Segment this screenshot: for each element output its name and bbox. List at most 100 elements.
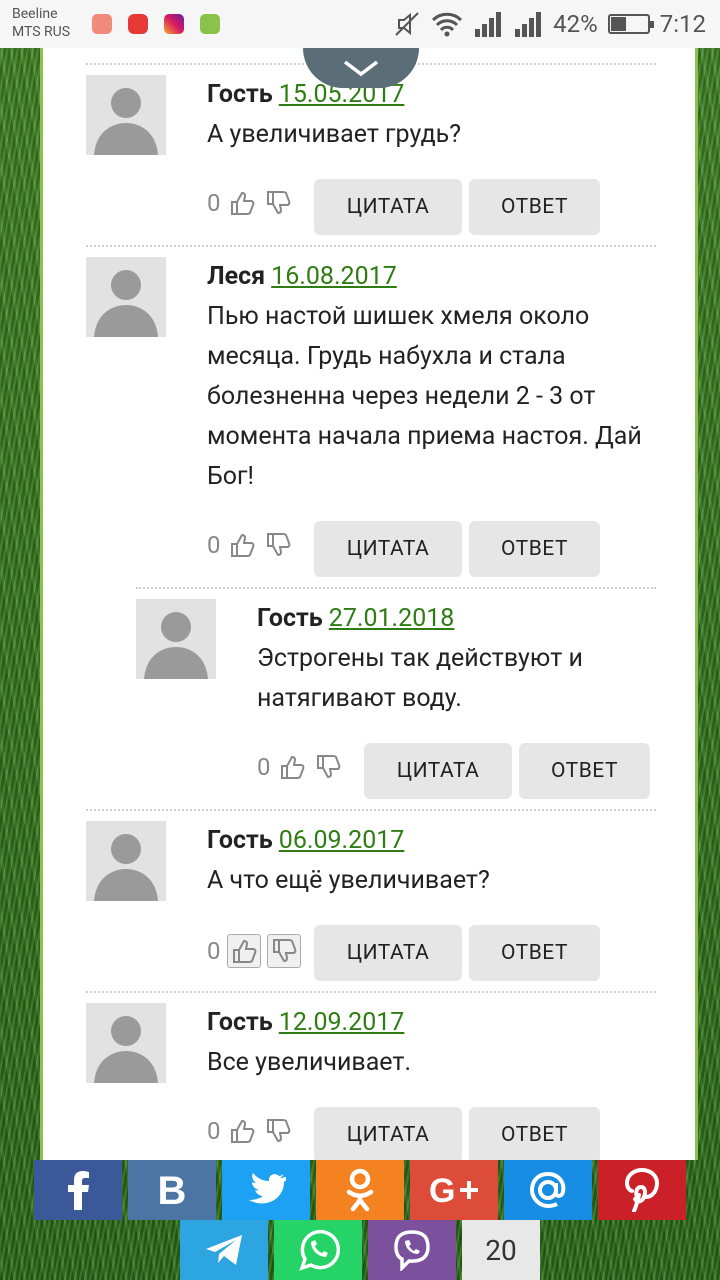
twitter-icon <box>249 1173 286 1204</box>
thumbs-down-icon[interactable] <box>313 752 343 782</box>
quote-button[interactable]: ЦИТАТА <box>314 925 462 981</box>
avatar <box>86 1003 166 1083</box>
thumbs-up-icon[interactable] <box>227 530 257 560</box>
avatar <box>86 75 166 155</box>
facebook-share-button[interactable] <box>34 1160 122 1220</box>
thumbs-down-icon[interactable] <box>266 934 301 968</box>
signal-1-icon <box>475 12 502 37</box>
pinterest-share-button[interactable] <box>598 1160 686 1220</box>
quote-button[interactable]: ЦИТАТА <box>314 521 462 577</box>
carrier-1: Beeline <box>12 6 58 22</box>
comment-author: Гость 27.01.2018 <box>257 604 454 633</box>
carrier-info: Beeline MTS RUS <box>12 5 70 41</box>
thumbs-up-icon[interactable] <box>227 188 257 218</box>
battery-icon <box>607 14 654 34</box>
vote-count: 0 <box>207 937 221 965</box>
vote-controls: 0 <box>207 934 301 968</box>
comment-divider <box>86 809 656 811</box>
user-silhouette-icon <box>94 1016 158 1083</box>
odnoklassniki-share-button[interactable] <box>316 1160 404 1220</box>
thumbs-down-icon[interactable] <box>263 188 293 218</box>
telegram-share-button[interactable] <box>180 1220 268 1280</box>
battery-level <box>610 17 626 31</box>
vk-icon: B <box>158 1170 187 1210</box>
vote-count: 0 <box>207 1117 221 1145</box>
comment-date-link[interactable]: 16.08.2017 <box>271 262 397 291</box>
mail-share-button[interactable] <box>504 1160 592 1220</box>
svg-text:B: B <box>158 1170 187 1210</box>
author-name: Гость <box>207 1008 273 1037</box>
thumbs-up-icon[interactable] <box>277 752 307 782</box>
quote-button[interactable]: ЦИТАТА <box>314 1107 462 1160</box>
reply-button[interactable]: ОТВЕТ <box>469 179 600 235</box>
user-silhouette-icon <box>94 88 158 155</box>
comment-divider <box>86 991 656 993</box>
reply-button[interactable]: ОТВЕТ <box>469 925 600 981</box>
google-plus-share-button[interactable]: G <box>410 1160 498 1220</box>
battery-percent: 42% <box>553 10 598 38</box>
reply-button[interactable]: ОТВЕТ <box>469 521 600 577</box>
user-silhouette-icon <box>94 270 158 337</box>
vk-share-button[interactable]: B <box>128 1160 216 1220</box>
avatar <box>86 821 166 901</box>
whatsapp-share-button[interactable] <box>274 1220 362 1280</box>
at-icon <box>529 1171 566 1209</box>
telegram-icon <box>206 1235 242 1265</box>
comment-author: Леся 16.08.2017 <box>207 262 397 291</box>
clock: 7:12 <box>659 10 706 38</box>
comment-date-link[interactable]: 12.09.2017 <box>279 1008 405 1037</box>
comment-author: Гость 06.09.2017 <box>207 826 404 855</box>
author-name: Леся <box>207 262 266 291</box>
odnoklassniki-icon <box>346 1168 374 1212</box>
author-name: Гость <box>207 80 273 109</box>
comment-text: Пью настой шишек хмеля около месяца. Гру… <box>207 302 642 491</box>
user-silhouette-icon <box>94 834 158 901</box>
quote-button[interactable]: ЦИТАТА <box>364 743 512 799</box>
pinterest-icon <box>624 1168 660 1212</box>
author-name: Гость <box>257 604 323 633</box>
comments-panel: Гость 15.05.2017 А увеличивает грудь? 0 Ц… <box>40 48 698 1160</box>
signal-2-icon <box>515 12 542 37</box>
comment-text: А увеличивает грудь? <box>207 120 462 149</box>
avatar <box>136 599 216 679</box>
thumbs-down-icon[interactable] <box>263 1116 293 1146</box>
comment-text: Все увеличивает. <box>207 1048 412 1077</box>
reply-button[interactable]: ОТВЕТ <box>519 743 650 799</box>
app-notification-icon <box>200 14 220 34</box>
quote-button[interactable]: ЦИТАТА <box>314 179 462 235</box>
comment-text: А что ещё увеличивает? <box>207 866 490 895</box>
vote-controls: 0 <box>257 752 343 782</box>
facebook-icon <box>68 1171 89 1210</box>
comment-date-link[interactable]: 27.01.2018 <box>329 604 455 633</box>
carrier-2: MTS RUS <box>12 24 71 40</box>
thumbs-up-icon[interactable] <box>227 1116 257 1146</box>
share-count: 20 <box>462 1220 540 1280</box>
comment-text: Эстрогены так действуют и натягивают вод… <box>257 644 583 713</box>
twitter-share-button[interactable] <box>222 1160 310 1220</box>
status-bar: Beeline MTS RUS 42% 7:12 <box>0 0 720 48</box>
youtube-notification-icon <box>128 14 148 34</box>
vote-controls: 0 <box>207 1116 293 1146</box>
email-notification-icon <box>92 14 112 34</box>
comment-date-link[interactable]: 06.09.2017 <box>279 826 405 855</box>
user-silhouette-icon <box>144 612 208 679</box>
share-bar-row-2: 20 <box>180 1220 540 1280</box>
vote-count: 0 <box>257 753 271 781</box>
comment-author: Гость 12.09.2017 <box>207 1008 404 1037</box>
avatar <box>86 257 166 337</box>
instagram-notification-icon <box>164 14 184 34</box>
share-bar: B G <box>34 1160 692 1220</box>
vote-count: 0 <box>207 531 221 559</box>
thumbs-down-icon[interactable] <box>263 530 293 560</box>
comment-divider <box>136 587 656 589</box>
vote-count: 0 <box>207 189 221 217</box>
comment-divider <box>86 245 656 247</box>
thumbs-up-icon[interactable] <box>226 934 261 968</box>
author-name: Гость <box>207 826 273 855</box>
wifi-icon <box>432 12 463 37</box>
reply-button[interactable]: ОТВЕТ <box>469 1107 600 1160</box>
whatsapp-icon <box>299 1229 340 1271</box>
google-plus-icon: G <box>429 1173 478 1207</box>
viber-share-button[interactable] <box>368 1220 456 1280</box>
chevron-down-icon <box>343 60 379 77</box>
